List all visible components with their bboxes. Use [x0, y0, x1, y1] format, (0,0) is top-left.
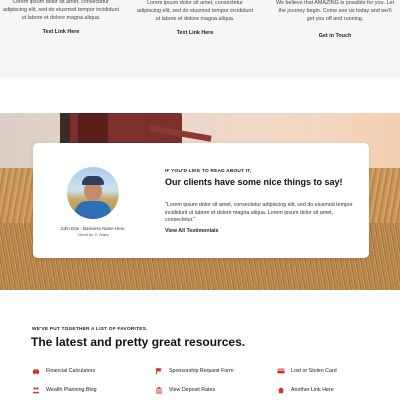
resource-link-sponsorship-request[interactable]: Sponsorship Request Form: [155, 367, 233, 375]
testimonial-headline: Our clients have some nice things to say…: [165, 177, 343, 187]
resource-link-financial-calculators[interactable]: Financial Calculators: [32, 367, 95, 375]
resources-eyebrow: WE'VE PUT TOGETHER A LIST OF FAVORITES.: [32, 327, 148, 332]
testimonial-card: John Doe - Business Name Here. Client fo…: [33, 143, 369, 258]
resource-link-label: Another Link Here: [291, 387, 334, 393]
avatar-shirt: [75, 201, 111, 219]
building-icon: [155, 386, 163, 394]
client-name: John Doe - Business Name Here.: [60, 226, 126, 231]
car-icon: [32, 369, 40, 375]
info-column-text: Lorem ipsum dolor sit amet, consectetur …: [137, 0, 253, 22]
info-column-1: Lorem ipsum dolor sit amet, consectetur …: [2, 0, 120, 35]
top-info-band: Lorem ipsum dolor sit amet, consectetur …: [0, 0, 400, 78]
card-icon: [277, 368, 285, 374]
resource-link-label: Wealth Planning Blog: [46, 387, 97, 393]
view-all-testimonials-link[interactable]: View All Testimonials: [165, 228, 218, 234]
combine-harvester-cab: [78, 113, 108, 143]
people-icon: [32, 387, 40, 394]
resource-link-lost-stolen-card[interactable]: Lost or Stolen Card: [277, 367, 337, 375]
resource-link-label: Financial Calculators: [46, 368, 96, 374]
resource-link-deposit-rates[interactable]: View Deposit Rates: [155, 386, 215, 394]
info-column-text: Lorem ipsum dolor sit amet, consectetur …: [3, 0, 119, 21]
avatar-cap: [82, 176, 104, 185]
resources-title: The latest and pretty great resources.: [31, 335, 246, 349]
info-column-text: We believe that AMAZING is possible for …: [276, 0, 394, 22]
info-column-link[interactable]: Text Link Here: [2, 29, 120, 35]
info-column-link[interactable]: Text Link Here: [136, 30, 254, 36]
house-icon: [277, 387, 285, 394]
testimonial-eyebrow: IF YOU'D LIKE TO READ ABOUT IT,: [165, 169, 252, 174]
client-avatar: [67, 167, 119, 219]
testimonial-quote: "Lorem ipsum dolor sit amet, consectetur…: [165, 202, 353, 223]
info-column-3: We believe that AMAZING is possible for …: [276, 0, 394, 39]
resource-link-wealth-planning-blog[interactable]: Wealth Planning Blog: [32, 386, 97, 394]
resource-link-label: Lost or Stolen Card: [291, 368, 337, 374]
resource-link-label: Sponsorship Request Form: [169, 368, 234, 374]
info-column-2: Lorem ipsum dolor sit amet, consectetur …: [136, 0, 254, 36]
client-tenure: Client for X Years: [77, 232, 109, 237]
get-in-touch-link[interactable]: Get in Touch: [276, 33, 394, 39]
resource-link-label: View Deposit Rates: [169, 387, 216, 393]
resource-link-another[interactable]: Another Link Here: [277, 386, 334, 394]
flag-icon: [156, 367, 162, 375]
